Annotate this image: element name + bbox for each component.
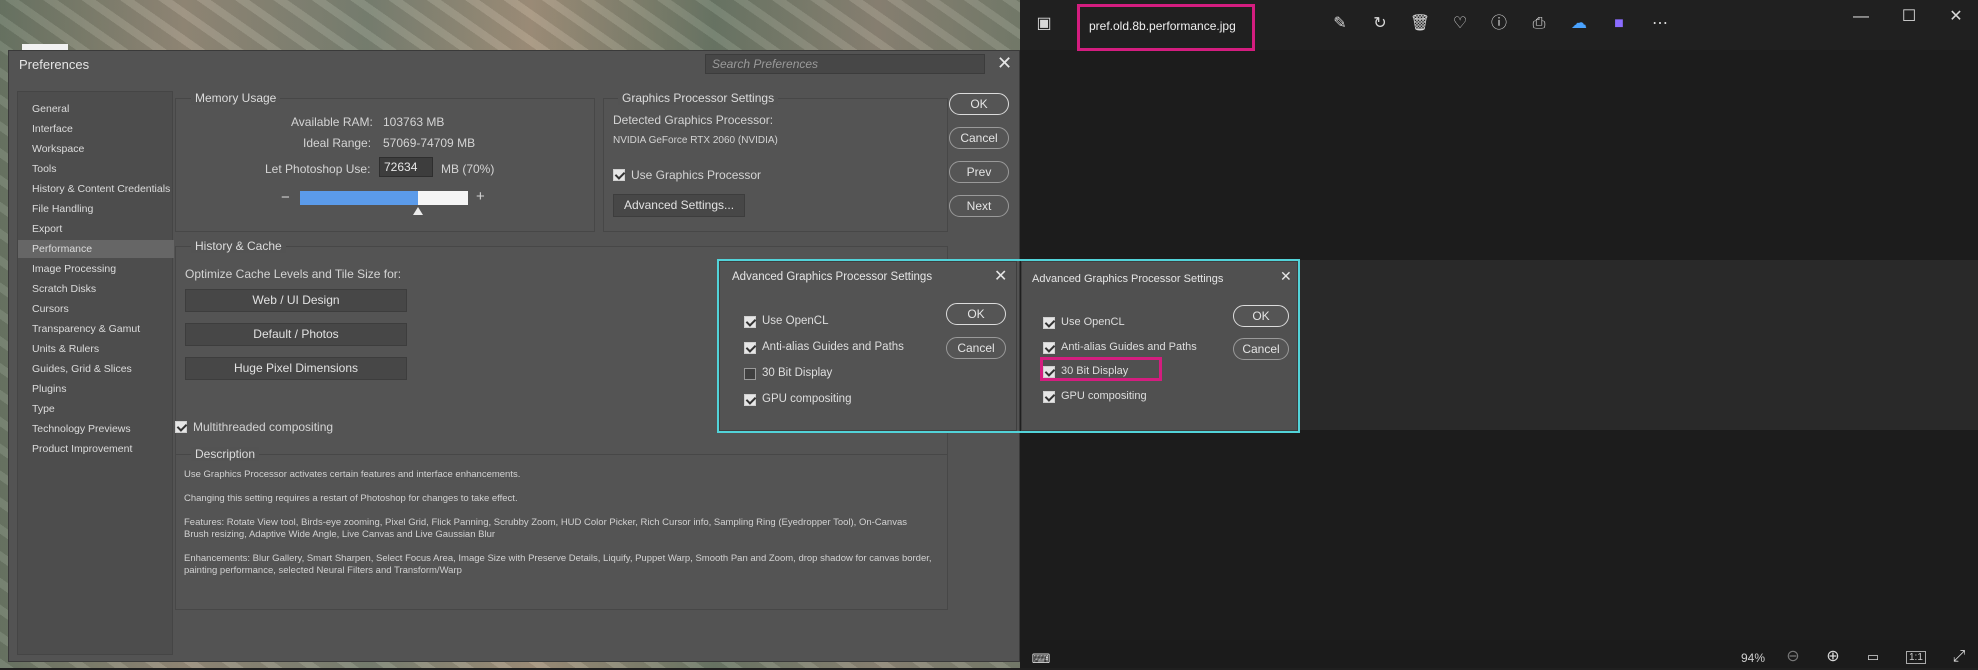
advanced-settings-button[interactable]: Advanced Settings... xyxy=(613,194,745,217)
available-ram-value: 103763 MB xyxy=(383,115,445,129)
close-icon[interactable]: ✕ xyxy=(997,53,1012,74)
memory-slider[interactable] xyxy=(300,191,468,205)
sidebar-item-scratch-disks[interactable]: Scratch Disks xyxy=(18,280,174,298)
available-ram-label: Available RAM: xyxy=(291,115,373,129)
description-line: Changing this setting requires a restart… xyxy=(184,493,518,504)
plus-icon[interactable]: + xyxy=(476,188,485,205)
viewer-canvas-bottom xyxy=(1020,430,1978,640)
preferences-title: Preferences xyxy=(19,57,90,72)
onedrive-icon[interactable]: ☁ xyxy=(1568,13,1590,35)
description-line: Enhancements: Blur Gallery, Smart Sharpe… xyxy=(184,553,932,576)
detected-gpu-value: NVIDIA GeForce RTX 2060 (NVIDIA) xyxy=(613,135,778,146)
sidebar-item-export[interactable]: Export xyxy=(18,220,174,238)
cancel-button[interactable]: Cancel xyxy=(949,127,1009,149)
description-line: Features: Rotate View tool, Birds-eye zo… xyxy=(184,517,907,540)
30-bit-display-highlight xyxy=(1040,357,1162,381)
close-icon[interactable]: ✕ xyxy=(1945,6,1967,28)
ok-button[interactable]: OK xyxy=(949,93,1009,115)
info-icon[interactable]: ⓘ xyxy=(1488,13,1510,35)
sidebar-item-plugins[interactable]: Plugins xyxy=(18,380,174,398)
optimize-cache-label: Optimize Cache Levels and Tile Size for: xyxy=(185,267,402,281)
rotate-icon[interactable]: ↻ xyxy=(1369,13,1391,35)
search-input[interactable]: Search Preferences xyxy=(705,54,985,74)
zoom-out-icon[interactable]: ⊖ xyxy=(1782,646,1804,668)
minus-icon[interactable]: − xyxy=(281,189,290,206)
multithreaded-checkbox[interactable] xyxy=(175,421,187,433)
sidebar-item-file-handling[interactable]: File Handling xyxy=(18,200,174,218)
memory-usage-title: Memory Usage xyxy=(191,91,281,105)
maximize-icon[interactable]: ☐ xyxy=(1898,6,1920,28)
sidebar-item-units-rulers[interactable]: Units & Rulers xyxy=(18,340,174,358)
sidebar-item-general[interactable]: General xyxy=(18,100,174,118)
web-ui-design-button[interactable]: Web / UI Design xyxy=(185,289,407,312)
viewer-canvas-top xyxy=(1020,50,1978,260)
print-icon[interactable]: ⎙ xyxy=(1528,13,1550,35)
sidebar-item-performance[interactable]: Performance xyxy=(18,240,174,258)
sidebar-item-product-improvement[interactable]: Product Improvement xyxy=(18,440,174,458)
memory-input[interactable]: 72634 xyxy=(379,157,433,177)
sidebar-item-technology-previews[interactable]: Technology Previews xyxy=(18,420,174,438)
sidebar-item-workspace[interactable]: Workspace xyxy=(18,140,174,158)
preferences-titlebar: Preferences Search Preferences ✕ xyxy=(9,51,1019,79)
default-photos-button[interactable]: Default / Photos xyxy=(185,323,407,346)
ideal-range-value: 57069-74709 MB xyxy=(383,136,476,150)
filmstrip-icon[interactable]: ⌨ xyxy=(1030,648,1052,670)
delete-icon[interactable]: 🗑 xyxy=(1409,13,1431,35)
prev-button[interactable]: Prev xyxy=(949,161,1009,183)
next-button[interactable]: Next xyxy=(949,195,1009,217)
edit-image-icon[interactable]: ✎ xyxy=(1329,13,1351,35)
fit-icon[interactable]: ▭ xyxy=(1862,646,1884,668)
clipchamp-icon[interactable]: ■ xyxy=(1608,13,1630,35)
zoom-level: 94% xyxy=(1741,651,1766,665)
comparison-highlight xyxy=(717,259,1300,433)
multithreaded-label: Multithreaded compositing xyxy=(193,420,334,434)
use-gpu-label: Use Graphics Processor xyxy=(631,168,762,182)
let-photoshop-use-label: Let Photoshop Use: xyxy=(265,162,371,176)
sidebar-item-cursors[interactable]: Cursors xyxy=(18,300,174,318)
file-name-highlight xyxy=(1077,4,1255,51)
sidebar-item-type[interactable]: Type xyxy=(18,400,174,418)
actual-size-button[interactable]: 1:1 xyxy=(1906,651,1926,664)
sidebar-item-interface[interactable]: Interface xyxy=(18,120,174,138)
description-title: Description xyxy=(191,447,260,461)
sidebar-item-guides-grid-slices[interactable]: Guides, Grid & Slices xyxy=(18,360,174,378)
favorite-icon[interactable]: ♡ xyxy=(1449,13,1471,35)
zoom-in-icon[interactable]: ⊕ xyxy=(1822,646,1844,668)
memory-unit: MB (70%) xyxy=(441,162,495,176)
huge-pixel-dimensions-button[interactable]: Huge Pixel Dimensions xyxy=(185,357,407,380)
gallery-icon[interactable]: ▣ xyxy=(1033,13,1055,35)
preferences-sidebar: General Interface Workspace Tools History & … xyxy=(17,91,174,655)
gpu-settings-title: Graphics Processor Settings xyxy=(618,91,779,105)
detected-gpu-label: Detected Graphics Processor: xyxy=(613,113,774,127)
viewer-image-strip xyxy=(1300,260,1978,430)
sidebar-item-tools[interactable]: Tools xyxy=(18,160,174,178)
memory-slider-thumb[interactable] xyxy=(413,207,423,215)
description-group: Use Graphics Processor activates certain… xyxy=(175,454,948,610)
ideal-range-label: Ideal Range: xyxy=(303,136,372,150)
use-gpu-checkbox[interactable] xyxy=(613,169,625,181)
memory-slider-fill xyxy=(300,191,418,205)
minimize-icon[interactable]: — xyxy=(1850,6,1872,28)
fullscreen-icon[interactable]: ⤢ xyxy=(1948,646,1970,668)
history-cache-title: History & Cache xyxy=(191,239,286,253)
more-icon[interactable]: ⋯ xyxy=(1649,13,1671,35)
description-line: Use Graphics Processor activates certain… xyxy=(184,469,521,480)
sidebar-item-history-content-credentials[interactable]: History & Content Credentials xyxy=(18,180,174,198)
sidebar-item-image-processing[interactable]: Image Processing xyxy=(18,260,174,278)
sidebar-item-transparency-gamut[interactable]: Transparency & Gamut xyxy=(18,320,174,338)
